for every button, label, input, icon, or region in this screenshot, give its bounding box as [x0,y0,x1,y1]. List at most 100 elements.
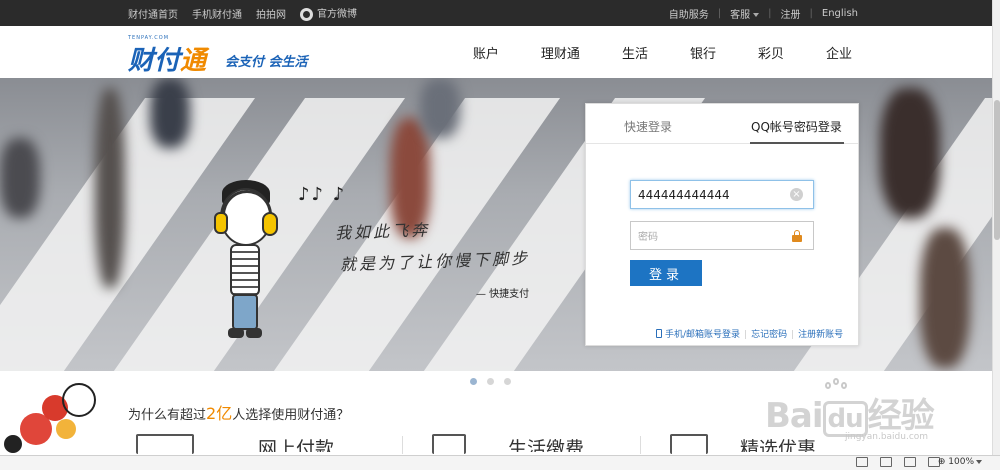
link-paipai[interactable]: 拍拍网 [256,6,286,21]
headphone-icon [214,212,228,234]
login-button[interactable]: 登录 [630,260,702,286]
decorative-corner-art [0,375,100,455]
top-bar-left: 财付通首页 手机财付通 拍拍网 官方微博 [128,0,357,26]
flower-shape [56,419,76,439]
divider: | [809,7,813,19]
feature-online-payment-title: 网上付款 [258,438,335,452]
link-english[interactable]: English [822,8,858,19]
swirl-shape [62,383,96,417]
watermark-word-a: Bai [765,396,824,436]
cartoon-legs [232,294,258,330]
weibo-label: 官方微博 [317,9,357,21]
nav-licaitong[interactable]: 理财通 [541,43,580,62]
zoom-level[interactable]: ⊕ 100% [938,457,982,467]
link-tenpay-home[interactable]: 财付通首页 [128,6,178,21]
link-register-new-account[interactable]: 注册新账号 [798,330,843,340]
why-highlight: 2亿 [206,404,233,423]
why-heading: 为什么有超过2亿人选择使用财付通？ [128,400,349,424]
nav-enterprise[interactable]: 企业 [826,43,852,62]
chevron-down-icon [976,459,982,464]
status-icons [856,457,940,467]
mobile-email-login-label: 手机/邮箱账号登录 [665,330,741,340]
feature-online-payment[interactable]: 网上付款 [258,434,334,452]
logo-brand: 财付通 [128,40,206,77]
password-field [630,221,814,250]
feature-bill-payment[interactable]: 生活缴费 [508,434,584,452]
weibo-icon [300,7,313,21]
carousel-dot-1[interactable] [470,378,477,385]
link-mobile-email-login[interactable]: 手机/邮箱账号登录 [656,329,741,340]
cartoon-torso [230,244,260,296]
nav-account[interactable]: 账户 [473,43,499,62]
mobile-phone-icon [656,329,662,338]
login-links: 手机/邮箱账号登录 | 忘记密码 | 注册新账号 [656,327,843,340]
link-mobile-tenpay[interactable]: 手机财付通 [192,6,242,21]
walker-silhouette [95,88,125,288]
top-bar-right: 自助服务 | 客服 | 注册 | English [669,0,858,26]
top-bar: 财付通首页 手机财付通 拍拍网 官方微博 自助服务 | 客服 | 注册 | En… [0,0,1000,26]
music-notes-icon: ♪♪ ♪ [298,184,347,205]
link-forgot-password[interactable]: 忘记密码 [751,330,787,340]
browser-status-bar: ⊕ 100% [0,455,1000,470]
login-panel: 快速登录 QQ帐号密码登录 × 登录 手机/邮箱账号登录|忘记密码|注册新账号 [585,103,859,346]
watermark-word: Bai du 经验 [765,388,935,437]
baidu-jingyan-watermark: Bai du 经验 jingyan.baidu.com [765,378,955,448]
cartoon-shoe [246,328,262,338]
hero-line-1: 我如此飞奔 [334,220,431,243]
link-self-service[interactable]: 自助服务 [669,6,709,21]
vertical-scrollbar[interactable] [992,0,1000,455]
divider: | [744,330,748,340]
cartoon-character [212,180,284,371]
tab-quick-login[interactable]: 快速登录 [624,118,672,135]
password-input[interactable] [631,222,781,249]
nav-caibei[interactable]: 彩贝 [758,43,784,62]
why-suffix: 人选择使用财付通？ [232,408,350,423]
link-register[interactable]: 注册 [781,6,801,21]
hero-tag: — 快捷支付 [476,289,530,300]
header: TENPAY.COM 财付通 会支付 会生活 账户 理财通 生活 银行 彩贝 企… [0,26,1000,78]
main-nav: 账户 理财通 生活 银行 彩贝 企业 [431,26,852,78]
flower-shape [4,435,22,453]
link-customer-service[interactable]: 客服 [730,6,760,21]
login-tabs: 快速登录 QQ帐号密码登录 [586,104,858,144]
online-payment-icon [136,434,194,454]
divider [640,436,641,454]
account-input[interactable] [631,181,781,208]
page-icon[interactable] [904,457,916,467]
lock-icon [792,230,802,242]
cartoon-shoe [228,328,244,338]
divider: | [791,330,795,340]
compat-view-icon[interactable] [856,457,868,467]
logo-slogan: 会支付 会生活 [225,55,308,70]
watermark-word-c: 经验 [867,396,935,436]
bill-payment-icon [432,434,466,454]
carousel-dot-3[interactable] [504,378,511,385]
divider: | [717,7,722,19]
account-field: × [630,180,814,209]
walker-silhouette [920,228,970,368]
walker-silhouette [880,88,940,218]
carousel-dots [470,378,511,385]
feature-bill-payment-title: 生活缴费 [508,438,585,452]
divider [402,436,403,454]
nav-bank[interactable]: 银行 [690,43,716,62]
walker-silhouette [0,138,40,218]
customer-service-label: 客服 [730,9,751,21]
divider: | [768,7,772,19]
link-official-weibo[interactable]: 官方微博 [300,5,357,21]
walker-silhouette [420,78,460,138]
tab-qq-password-login[interactable]: QQ帐号密码登录 [751,118,842,135]
zoom-value: 100% [948,457,974,467]
logo-brand-a: 财付 [128,46,181,76]
tenpay-logo[interactable]: TENPAY.COM 财付通 会支付 会生活 [128,35,318,76]
protected-mode-icon[interactable] [880,457,892,467]
chevron-down-icon [753,12,760,17]
nav-life[interactable]: 生活 [622,43,648,62]
walker-silhouette [150,78,190,148]
headphone-icon [262,212,278,236]
clear-icon[interactable]: × [790,188,803,201]
carousel-dot-2[interactable] [487,378,494,385]
active-tab-indicator [750,142,844,144]
watermark-url: jingyan.baidu.com [845,432,929,442]
scrollbar-thumb[interactable] [994,100,1000,240]
